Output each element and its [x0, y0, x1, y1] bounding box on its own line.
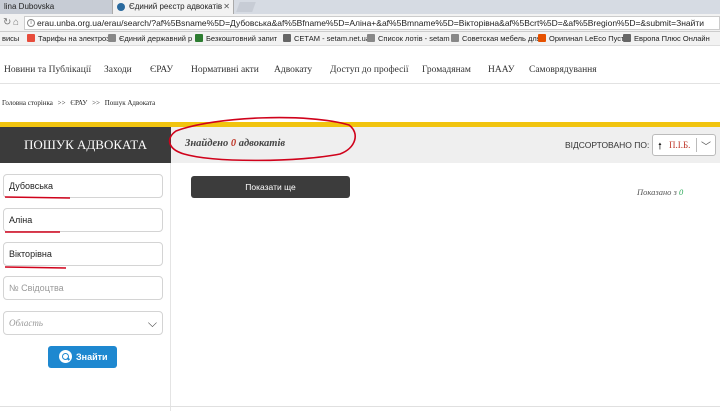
- results-header: Знайдено 0 адвокатів ВІДСОРТОВАНО ПО: 🠕 …: [171, 127, 720, 163]
- shown-count-text: Показано з 0: [637, 187, 684, 197]
- bookmark-favicon-icon: [108, 34, 116, 42]
- bookmarks-bar: висы Тарифы на электроэн Єдиний державни…: [0, 32, 720, 46]
- search-icon: [59, 350, 72, 363]
- url-input[interactable]: i erau.unba.org.ua/erau/search/?af%5Bsna…: [24, 16, 720, 30]
- sort-select[interactable]: 🠕 П.І.Б. ﹀: [652, 134, 716, 156]
- results-count-text: Знайдено 0 адвокатів: [185, 138, 286, 149]
- bookmark-item[interactable]: Советская мебель для: [451, 33, 541, 45]
- browser-tab-active[interactable]: Єдиний реєстр адвокатів ✕: [112, 0, 234, 14]
- chevron-down-icon: ⌵: [147, 316, 157, 330]
- bookmark-item[interactable]: Оригинал LeEco Пуст: [538, 33, 624, 45]
- breadcrumb-separator: >>: [92, 99, 100, 107]
- site-nav: Новини та Публікації Заходи ЄРАУ Нормати…: [0, 58, 720, 84]
- sort-divider: [696, 138, 697, 152]
- search-panel-title: ПОШУК АДВОКАТА: [0, 127, 171, 163]
- nav-item-for-lawyer[interactable]: Адвокату: [274, 65, 312, 75]
- bookmark-item[interactable]: висы: [2, 33, 19, 45]
- reload-icon[interactable]: ↻: [3, 17, 11, 28]
- breadcrumb: Головна сторінка >> ЄРАУ >> Пошук Адвока…: [2, 99, 158, 107]
- bookmark-favicon-icon: [623, 34, 631, 42]
- breadcrumb-erau[interactable]: ЄРАУ: [70, 99, 87, 107]
- browser-tab-strip: lina Dubovska Єдиний реєстр адвокатів ✕: [0, 0, 720, 14]
- search-button-label: Знайти: [76, 352, 108, 362]
- divider: [0, 406, 720, 407]
- search-button[interactable]: Знайти: [48, 346, 117, 368]
- bookmark-favicon-icon: [283, 34, 291, 42]
- nav-item-self-government[interactable]: Самоврядування: [529, 65, 597, 75]
- chevron-down-icon[interactable]: ﹀: [701, 138, 711, 153]
- bookmark-item[interactable]: СЕТАМ - setam.net.ua: [283, 33, 370, 45]
- close-tab-icon[interactable]: ✕: [223, 0, 230, 14]
- bookmark-favicon-icon: [538, 34, 546, 42]
- bookmark-favicon-icon: [451, 34, 459, 42]
- search-form: Дубовська Аліна Вікторівна № Свідоцтва О…: [0, 163, 171, 411]
- site-favicon-icon: [117, 3, 125, 11]
- home-icon[interactable]: ⌂: [13, 17, 19, 28]
- region-placeholder: Область: [9, 318, 43, 328]
- sort-value: П.І.Б.: [669, 140, 691, 150]
- url-text: erau.unba.org.ua/erau/search/?af%5Bsname…: [37, 18, 705, 28]
- name-input[interactable]: Аліна: [3, 208, 163, 232]
- bookmark-favicon-icon: [195, 34, 203, 42]
- shown-count: 0: [679, 187, 684, 197]
- nav-item-naau[interactable]: НААУ: [488, 65, 514, 75]
- bookmark-favicon-icon: [367, 34, 375, 42]
- bookmark-item[interactable]: Тарифы на электроэн: [27, 33, 114, 45]
- surname-input[interactable]: Дубовська: [3, 174, 163, 198]
- breadcrumb-home[interactable]: Головна сторінка: [2, 99, 53, 107]
- nav-item-news[interactable]: Новини та Публікації: [4, 65, 91, 75]
- browser-tab-inactive[interactable]: lina Dubovska: [0, 0, 112, 14]
- new-tab-button[interactable]: [236, 2, 256, 12]
- sort-direction-icon[interactable]: 🠕: [658, 139, 662, 155]
- bookmark-item[interactable]: Безкоштовний запит: [195, 33, 277, 45]
- bookmark-favicon-icon: [27, 34, 35, 42]
- nav-item-erau[interactable]: ЄРАУ: [150, 65, 173, 75]
- region-select[interactable]: Область ⌵: [3, 311, 163, 335]
- certificate-input[interactable]: № Свідоцтва: [3, 276, 163, 300]
- browser-tab-label: lina Dubovska: [4, 2, 55, 11]
- breadcrumb-separator: >>: [57, 99, 66, 107]
- results-count: 0: [230, 138, 237, 149]
- info-icon[interactable]: i: [27, 19, 35, 27]
- breadcrumb-current: Пошук Адвоката: [104, 99, 156, 107]
- bookmark-item[interactable]: Список лотів - setam: [367, 33, 450, 45]
- bookmark-item[interactable]: Єдиний державний р: [108, 33, 192, 45]
- show-more-button[interactable]: Показати ще: [191, 176, 350, 198]
- address-bar: ↻ ⌂ i erau.unba.org.ua/erau/search/?af%5…: [0, 14, 720, 32]
- browser-tab-label: Єдиний реєстр адвокатів: [129, 2, 223, 11]
- patronymic-input[interactable]: Вікторівна: [3, 242, 163, 266]
- nav-item-regulations[interactable]: Нормативні акти: [191, 65, 259, 75]
- bookmark-item[interactable]: Европа Плюс Онлайн: [623, 33, 710, 45]
- nav-item-events[interactable]: Заходи: [104, 65, 132, 75]
- sort-label: ВІДСОРТОВАНО ПО:: [565, 140, 650, 150]
- nav-item-access[interactable]: Доступ до професії: [330, 65, 409, 75]
- nav-item-citizens[interactable]: Громадянам: [422, 65, 471, 75]
